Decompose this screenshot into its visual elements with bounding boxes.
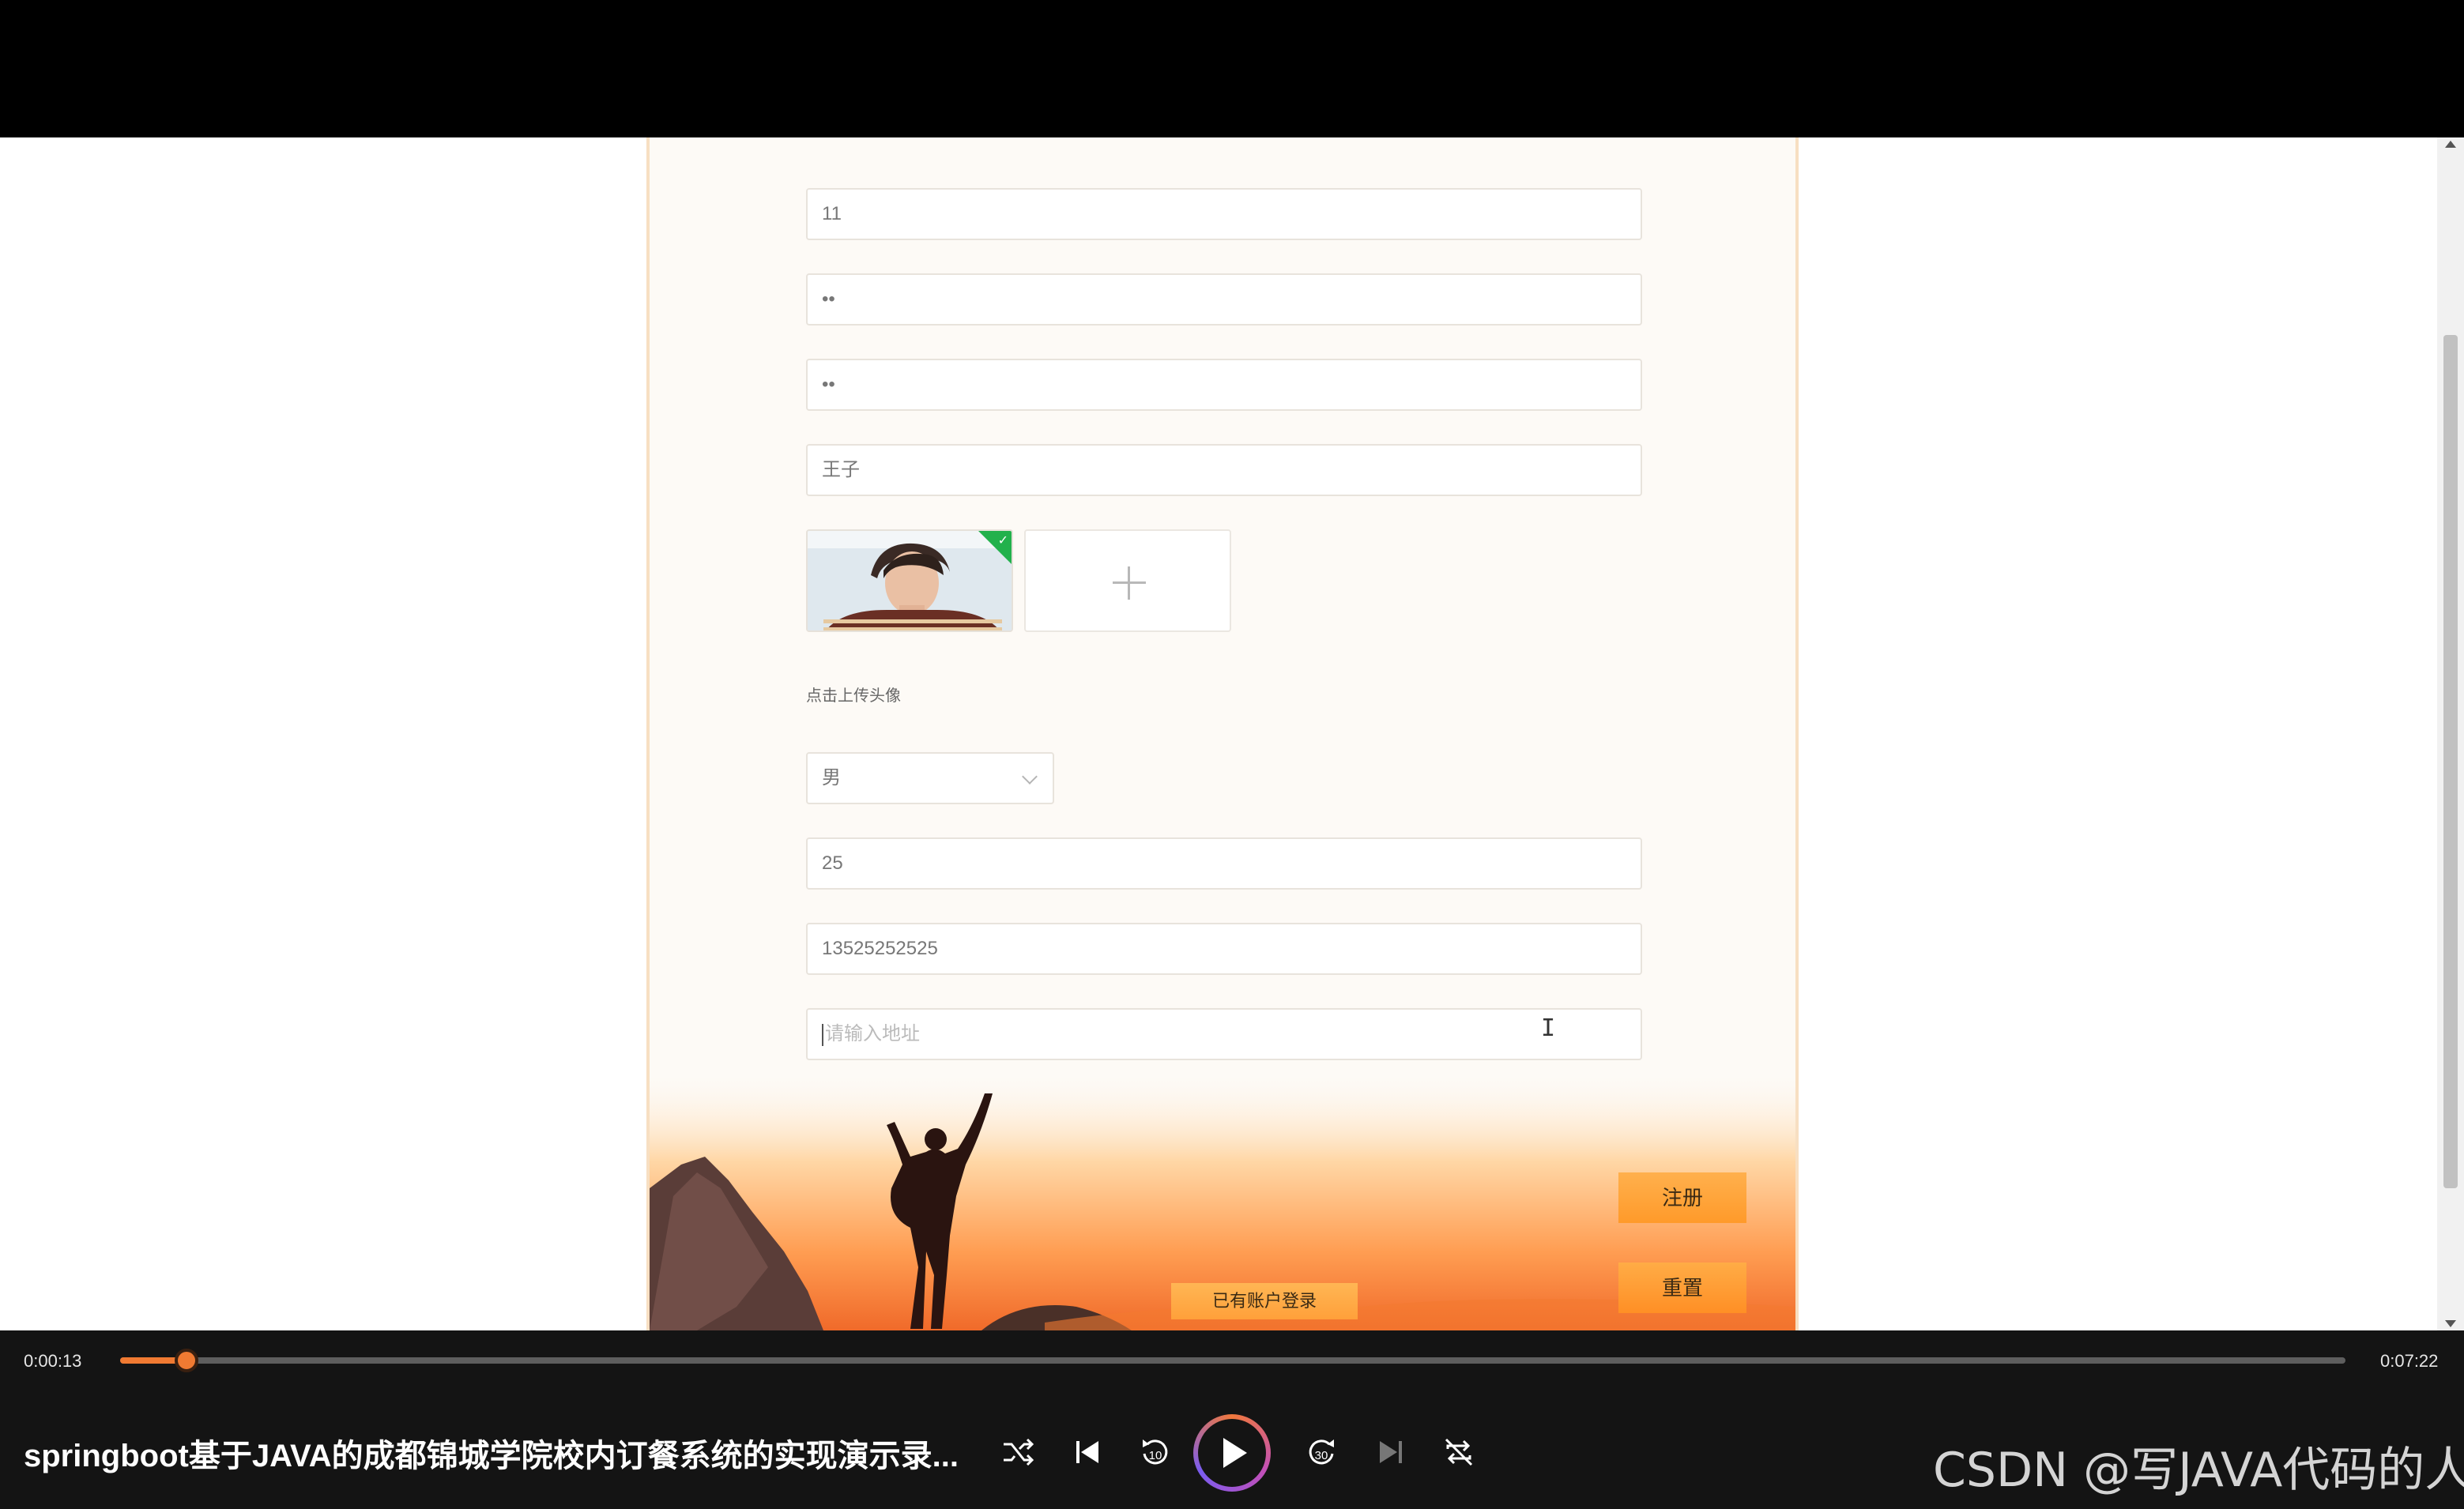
reset-button[interactable]: 重置: [1618, 1263, 1746, 1313]
repeat-off-icon[interactable]: [1440, 1433, 1478, 1471]
scroll-down-icon[interactable]: [2445, 1320, 2456, 1327]
username-field[interactable]: 11: [806, 188, 1642, 240]
gender-selected-value: 男: [822, 767, 841, 788]
avatar-preview[interactable]: ✓: [806, 529, 1013, 632]
svg-text:30: 30: [1315, 1449, 1328, 1462]
csdn-watermark: CSDN @写JAVA代码的人: [1933, 1443, 2464, 1498]
avatar-upload-button[interactable]: [1024, 529, 1231, 632]
scrollbar-thumb[interactable]: [2443, 335, 2458, 1188]
username-value: 11: [822, 203, 842, 224]
svg-text:10: 10: [1149, 1449, 1162, 1462]
forward-30-icon[interactable]: 30: [1302, 1433, 1340, 1471]
play-icon: [1223, 1438, 1247, 1468]
login-link-button[interactable]: 已有账户登录: [1171, 1283, 1358, 1319]
progress-handle[interactable]: [175, 1349, 198, 1372]
video-title: springboot基于JAVA的成都锦城学院校内订餐系统的实现演示录...: [24, 1439, 959, 1473]
input-caret: [822, 1023, 823, 1046]
gender-select[interactable]: 男: [806, 752, 1054, 804]
rewind-10-icon[interactable]: 10: [1136, 1433, 1174, 1471]
top-letterbox: [0, 0, 2464, 137]
upload-hint-label: 点击上传头像: [806, 687, 901, 705]
password-field[interactable]: ••: [806, 273, 1642, 326]
register-card: 11 •• •• 王子 ✓ 点击上传头像 男 25 13525252525 请输…: [646, 137, 1799, 1330]
skip-next-icon[interactable]: [1372, 1433, 1410, 1471]
check-icon: ✓: [997, 532, 1008, 548]
password-value: ••: [822, 288, 835, 310]
address-field[interactable]: 请输入地址: [806, 1008, 1642, 1060]
plus-icon-vertical: [1128, 566, 1130, 600]
name-field[interactable]: 王子: [806, 444, 1642, 496]
address-placeholder: 请输入地址: [825, 1023, 920, 1044]
play-button[interactable]: [1193, 1414, 1271, 1492]
current-time: 0:00:13: [24, 1351, 82, 1371]
confirm-password-field[interactable]: ••: [806, 359, 1642, 411]
name-value: 王子: [822, 459, 860, 480]
phone-field[interactable]: 13525252525: [806, 923, 1642, 975]
play-button-inner: [1198, 1419, 1266, 1487]
age-value: 25: [822, 852, 843, 874]
phone-value: 13525252525: [822, 938, 938, 959]
browser-viewport: 11 •• •• 王子 ✓ 点击上传头像 男 25 13525252525 请输…: [0, 137, 2464, 1330]
chevron-down-icon: [1022, 769, 1038, 785]
total-time: 0:07:22: [2380, 1351, 2439, 1371]
text-cursor-icon: I: [1541, 1014, 1556, 1042]
video-player-bar: 0:00:13 0:07:22 springboot基于JAVA的成都锦城学院校…: [0, 1330, 2464, 1509]
register-button[interactable]: 注册: [1618, 1172, 1746, 1223]
scroll-up-icon[interactable]: [2445, 141, 2456, 148]
progress-bar[interactable]: [120, 1349, 2345, 1372]
skip-previous-icon[interactable]: [1068, 1433, 1106, 1471]
age-field[interactable]: 25: [806, 837, 1642, 890]
confirm-password-value: ••: [822, 374, 835, 395]
shuffle-icon[interactable]: [999, 1433, 1037, 1471]
page-scrollbar[interactable]: [2437, 137, 2464, 1330]
